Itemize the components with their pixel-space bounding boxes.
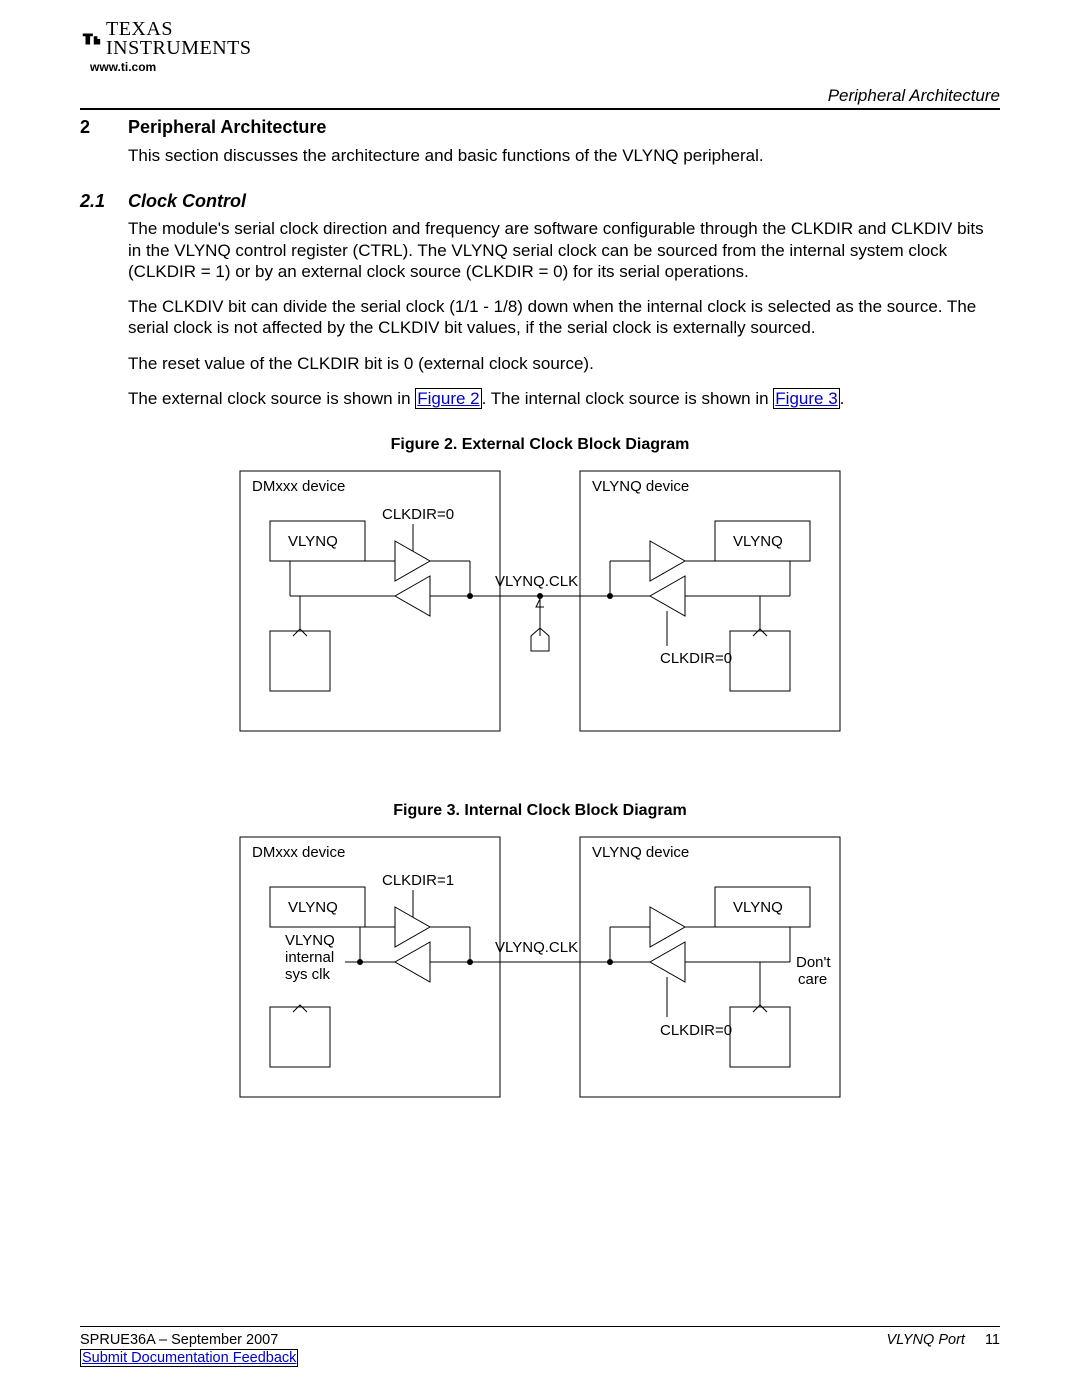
paragraph: The CLKDIV bit can divide the serial clo… (128, 296, 1000, 339)
ti-url: www.ti.com (90, 60, 252, 75)
figure-3-caption: Figure 3. Internal Clock Block Diagram (80, 801, 1000, 821)
figure-2-link[interactable]: Figure 2 (415, 388, 481, 409)
text-run: . The internal clock source is shown in (482, 389, 774, 408)
internal-label-1: internal (285, 949, 334, 966)
clkdir-left-label: CLKDIR=1 (382, 872, 454, 889)
footer-right: VLYNQ Port 11 (886, 1331, 1000, 1349)
running-header: Peripheral Architecture (828, 85, 1000, 106)
internal-label-2: sys clk (285, 966, 331, 983)
page-content: 2 Peripheral Architecture This section d… (80, 116, 1000, 1107)
ti-wordmark: TEXAS INSTRUMENTS (106, 20, 252, 58)
page-number: 11 (985, 1331, 1000, 1349)
clkdir-right-label: CLKDIR=0 (660, 650, 732, 667)
doc-id: SPRUE36A – September 2007 (80, 1332, 278, 1348)
right-device-label: VLYNQ device (592, 478, 689, 495)
figure-3-link[interactable]: Figure 3 (773, 388, 839, 409)
vlynq-clk-label: VLYNQ.CLK (495, 573, 578, 590)
paragraph: The reset value of the CLKDIR bit is 0 (… (128, 353, 1000, 374)
vlynq-label-right: VLYNQ (733, 899, 783, 916)
dont-care-1: Don't (796, 954, 831, 971)
ti-logo: TEXAS INSTRUMENTS (80, 20, 252, 58)
text-run: . (840, 389, 845, 408)
subsection-heading: 2.1 Clock Control (80, 190, 1000, 213)
vlynq-clk-label: VLYNQ.CLK (495, 939, 578, 956)
vlynq-internal-label: VLYNQ (285, 932, 335, 949)
header-rule (80, 108, 1000, 110)
figure-3-diagram: DMxxx device VLYNQ device VLYNQ VLYNQ VL… (80, 827, 1000, 1107)
section-heading: 2 Peripheral Architecture (80, 116, 1000, 139)
subsection-number: 2.1 (80, 190, 108, 213)
section-number: 2 (80, 116, 100, 139)
clkdir-right-label: CLKDIR=0 (660, 1022, 732, 1039)
subsection-title: Clock Control (128, 190, 246, 213)
internal-clock-diagram: DMxxx device VLYNQ device VLYNQ VLYNQ VL… (230, 827, 850, 1107)
external-clock-diagram: DMxxx device VLYNQ device VLYNQ VLYNQ CL… (230, 461, 850, 741)
footer-left: SPRUE36A – September 2007 Submit Documen… (80, 1331, 298, 1367)
page-footer: SPRUE36A – September 2007 Submit Documen… (80, 1326, 1000, 1367)
section-title: Peripheral Architecture (128, 116, 326, 139)
vlynq-label-right: VLYNQ (733, 533, 783, 550)
paragraph: The module's serial clock direction and … (128, 218, 1000, 282)
brand-bottom: INSTRUMENTS (106, 37, 252, 59)
left-device-label: DMxxx device (252, 844, 345, 861)
submit-feedback-link[interactable]: Submit Documentation Feedback (80, 1349, 298, 1367)
vlynq-label-left: VLYNQ (288, 533, 338, 550)
text-run: The external clock source is shown in (128, 389, 415, 408)
document-page: TEXAS INSTRUMENTS www.ti.com Peripheral … (0, 0, 1080, 1397)
right-device-label: VLYNQ device (592, 844, 689, 861)
vlynq-label-left: VLYNQ (288, 899, 338, 916)
dont-care-2: care (798, 971, 827, 988)
figure-2-caption: Figure 2. External Clock Block Diagram (80, 435, 1000, 455)
section-intro: This section discusses the architecture … (128, 145, 1000, 166)
ti-chip-icon (80, 28, 102, 50)
footer-right-label: VLYNQ Port (886, 1331, 964, 1349)
paragraph: The external clock source is shown in Fi… (128, 388, 1000, 409)
ti-logo-block: TEXAS INSTRUMENTS www.ti.com (80, 20, 252, 75)
left-device-label: DMxxx device (252, 478, 345, 495)
clkdir-left-label: CLKDIR=0 (382, 506, 454, 523)
figure-2-diagram: DMxxx device VLYNQ device VLYNQ VLYNQ CL… (80, 461, 1000, 741)
